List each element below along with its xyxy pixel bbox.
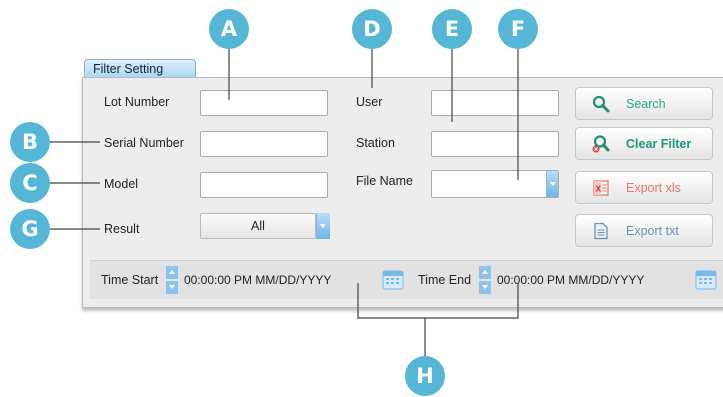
file-name-label: File Name bbox=[356, 174, 413, 188]
search-icon bbox=[592, 95, 610, 113]
clear-filter-button[interactable]: Clear Filter bbox=[575, 127, 713, 160]
calendar-icon[interactable] bbox=[695, 268, 717, 290]
export-txt-button[interactable]: Export txt bbox=[575, 214, 713, 247]
export-txt-button-label: Export txt bbox=[626, 224, 679, 238]
model-label: Model bbox=[104, 177, 139, 191]
chevron-down-icon[interactable] bbox=[546, 171, 558, 197]
model-input[interactable] bbox=[200, 172, 328, 198]
callout-d: D bbox=[352, 9, 392, 49]
user-label: User bbox=[356, 95, 383, 109]
time-start-label: Time Start bbox=[101, 273, 159, 287]
callout-h: H bbox=[405, 356, 445, 396]
result-select[interactable]: All bbox=[200, 213, 330, 239]
callout-b: B bbox=[10, 122, 50, 162]
callout-a: A bbox=[209, 9, 249, 49]
user-input[interactable] bbox=[431, 90, 559, 116]
lot-number-input[interactable] bbox=[200, 90, 328, 116]
result-label: Result bbox=[104, 222, 140, 236]
spin-up-icon[interactable] bbox=[166, 266, 178, 279]
time-start-spinner[interactable] bbox=[166, 266, 178, 294]
lot-number-label: Lot Number bbox=[104, 95, 170, 109]
serial-number-label: Serial Number bbox=[104, 136, 184, 150]
station-label: Station bbox=[356, 136, 395, 150]
callout-f: F bbox=[498, 9, 538, 49]
excel-file-icon: X bbox=[593, 180, 609, 196]
calendar-icon[interactable] bbox=[382, 268, 404, 290]
time-end-label: Time End bbox=[418, 273, 472, 287]
serial-number-input[interactable] bbox=[200, 131, 328, 157]
search-button[interactable]: Search bbox=[575, 87, 713, 120]
time-end-spinner[interactable] bbox=[479, 266, 491, 294]
export-xls-button[interactable]: X Export xls bbox=[575, 171, 713, 204]
export-xls-button-label: Export xls bbox=[626, 181, 681, 195]
time-end-value[interactable]: 00:00:00 PM MM/DD/YYYY bbox=[497, 273, 644, 287]
search-button-label: Search bbox=[626, 97, 666, 111]
chevron-down-icon[interactable] bbox=[316, 213, 330, 239]
spin-up-icon[interactable] bbox=[479, 266, 491, 279]
spin-down-icon[interactable] bbox=[166, 281, 178, 294]
time-start-value[interactable]: 00:00:00 PM MM/DD/YYYY bbox=[184, 273, 331, 287]
clear-filter-icon bbox=[592, 135, 610, 153]
tab-filter-setting[interactable]: Filter Setting bbox=[84, 59, 196, 78]
station-input[interactable] bbox=[431, 131, 559, 157]
text-file-icon bbox=[594, 222, 608, 240]
clear-filter-button-label: Clear Filter bbox=[626, 137, 692, 151]
svg-text:X: X bbox=[595, 185, 602, 194]
callout-c: C bbox=[10, 163, 50, 203]
callout-g: G bbox=[10, 209, 50, 249]
callout-e: E bbox=[432, 9, 472, 49]
result-value: All bbox=[200, 213, 316, 239]
spin-down-icon[interactable] bbox=[479, 281, 491, 294]
file-name-select[interactable] bbox=[431, 170, 559, 198]
